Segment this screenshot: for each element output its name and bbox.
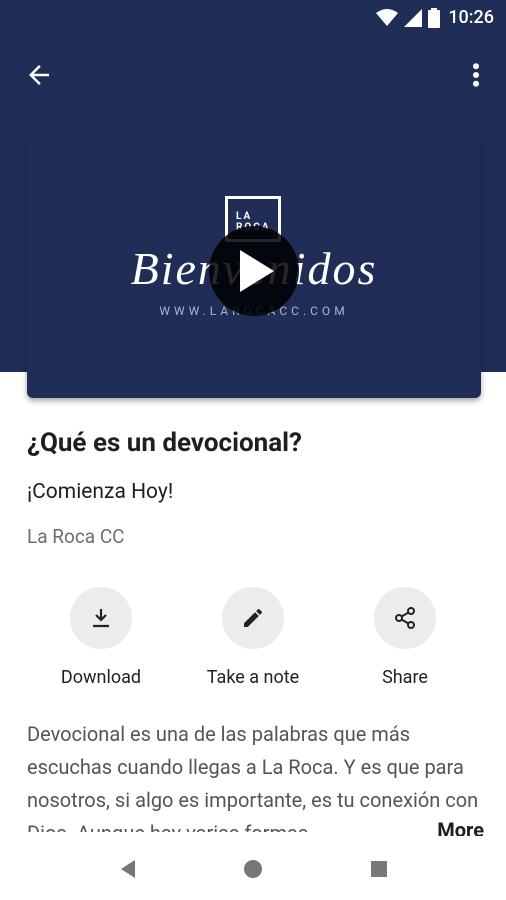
take-note-button[interactable]: Take a note <box>173 587 333 688</box>
status-time: 10:26 <box>448 7 494 28</box>
share-label: Share <box>382 667 428 688</box>
share-button[interactable]: Share <box>325 587 485 688</box>
signal-icon <box>404 9 422 27</box>
system-nav-bar <box>0 836 506 900</box>
take-note-circle[interactable] <box>222 587 284 649</box>
share-circle[interactable] <box>374 587 436 649</box>
play-button[interactable] <box>209 226 299 316</box>
take-note-label: Take a note <box>206 667 300 688</box>
back-arrow-icon[interactable] <box>24 60 54 90</box>
nav-recents-icon[interactable] <box>364 854 394 884</box>
download-button[interactable]: Download <box>21 587 181 688</box>
status-icons <box>376 8 440 28</box>
download-icon <box>93 609 109 628</box>
nav-back-icon[interactable] <box>113 854 143 884</box>
more-vert-icon[interactable] <box>466 60 486 90</box>
nav-home-icon[interactable] <box>238 854 268 884</box>
share-icon <box>395 607 415 629</box>
episode-author[interactable]: La Roca CC <box>27 525 125 548</box>
app-bar <box>0 50 506 98</box>
video-player[interactable]: LA ROCA Bienvenidos WWW.LAROCACC.COM <box>27 138 481 398</box>
episode-title: ¿Qué es un devocional? <box>27 428 302 458</box>
episode-subtitle: ¡Comienza Hoy! <box>27 480 174 504</box>
pencil-icon <box>244 608 263 627</box>
play-icon <box>240 250 274 292</box>
wifi-icon <box>376 9 398 26</box>
download-circle[interactable] <box>70 587 132 649</box>
episode-description: Devocional es una de las palabras que má… <box>27 722 479 832</box>
status-bar: 10:26 <box>0 0 506 36</box>
battery-icon <box>428 8 440 28</box>
download-label: Download <box>60 667 142 688</box>
